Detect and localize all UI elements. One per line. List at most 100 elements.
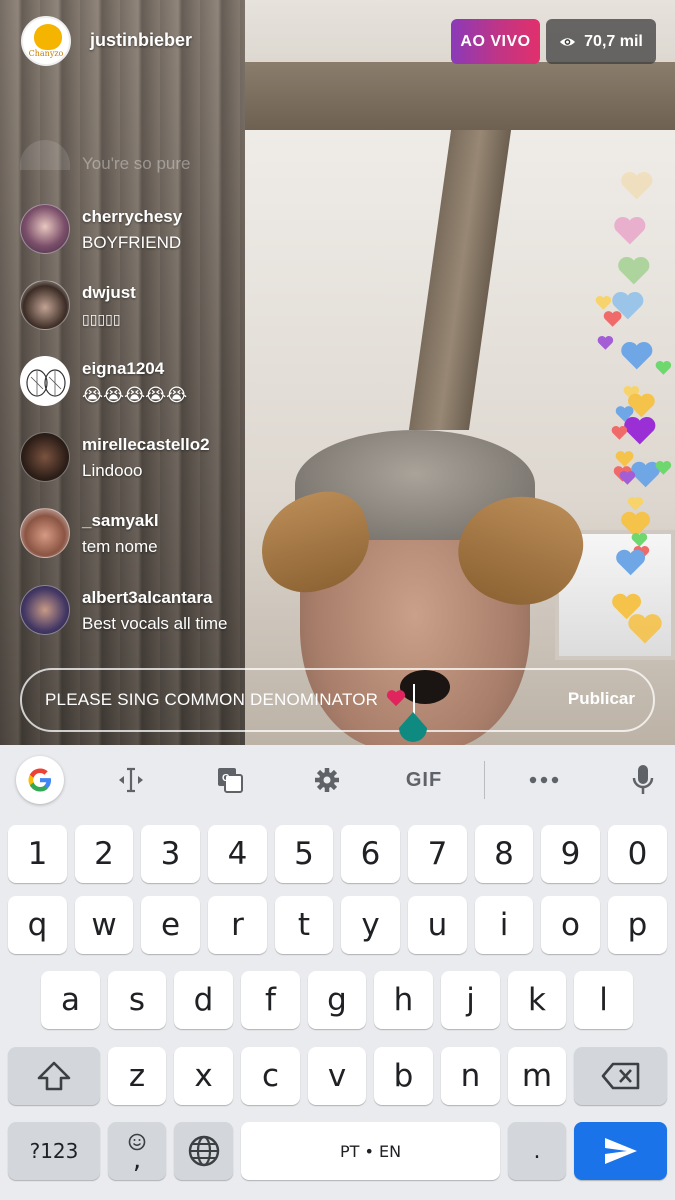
comment-username[interactable]: cherrychesy (82, 207, 182, 227)
comment-text: Best vocals all time (82, 614, 228, 633)
avatar[interactable] (20, 356, 70, 406)
key-g[interactable]: g (308, 971, 366, 1029)
gif-label: GIF (405, 768, 443, 791)
gear-icon (315, 768, 339, 792)
live-video: Chanyzo justinbieber AO VIVO 70,7 mil Yo… (0, 0, 675, 745)
language-key[interactable] (174, 1122, 233, 1180)
settings-button[interactable] (302, 757, 352, 803)
key-e[interactable]: e (141, 896, 200, 954)
key-i[interactable]: i (475, 896, 533, 954)
key-8[interactable]: 8 (475, 825, 533, 883)
avatar[interactable] (20, 280, 70, 330)
key-k[interactable]: k (508, 971, 566, 1029)
symbols-key[interactable]: ?123 (8, 1122, 100, 1180)
key-w[interactable]: w (75, 896, 133, 954)
microphone-icon (632, 765, 654, 794)
live-badge: AO VIVO (451, 19, 540, 64)
comment-text: 😭😭😭😭😭 (82, 385, 188, 406)
key-1[interactable]: 1 (8, 825, 67, 883)
google-button[interactable] (15, 756, 65, 804)
avatar[interactable] (20, 432, 70, 482)
key-m[interactable]: m (508, 1047, 566, 1105)
comment-item: mirellecastello2 Lindooo (20, 432, 440, 492)
key-4[interactable]: 4 (208, 825, 267, 883)
shift-key[interactable] (8, 1047, 100, 1105)
key-l[interactable]: l (574, 971, 633, 1029)
viewer-count: 70,7 mil (584, 32, 643, 50)
google-icon (16, 756, 64, 804)
key-r[interactable]: r (208, 896, 267, 954)
keyboard-toolbar: G GIF (0, 745, 675, 815)
avatar[interactable] (20, 585, 70, 635)
key-f[interactable]: f (241, 971, 300, 1029)
key-6[interactable]: 6 (341, 825, 400, 883)
space-key[interactable]: PT • EN (241, 1122, 500, 1180)
comment-username[interactable]: _samyakl (82, 511, 159, 531)
voice-input-button[interactable] (618, 757, 668, 803)
host-username[interactable]: justinbieber (90, 30, 192, 51)
comment-text: ▯▯▯▯▯ (82, 311, 121, 327)
send-icon (604, 1138, 637, 1164)
key-7[interactable]: 7 (408, 825, 467, 883)
key-b[interactable]: b (374, 1047, 433, 1105)
comment-input[interactable]: PLEASE SING COMMON DENOMINATOR (45, 689, 406, 710)
comment-username[interactable]: eigna1204 (82, 359, 164, 379)
key-a[interactable]: a (41, 971, 100, 1029)
avatar[interactable] (20, 508, 70, 558)
comment-text: Lindooo (82, 461, 143, 480)
viewer-count-badge[interactable]: 70,7 mil (546, 19, 656, 64)
host-avatar[interactable]: Chanyzo (21, 16, 71, 66)
comment-item: eigna1204 😭😭😭😭😭 (20, 356, 440, 416)
text-cursor-button[interactable] (106, 757, 156, 803)
key-5[interactable]: 5 (275, 825, 333, 883)
key-2[interactable]: 2 (75, 825, 133, 883)
key-u[interactable]: u (408, 896, 467, 954)
more-button[interactable] (519, 757, 569, 803)
backspace-key[interactable] (574, 1047, 667, 1105)
heart-emoji-icon (387, 690, 406, 707)
comment-item: _samyakl tem nome (20, 508, 440, 568)
period-key[interactable]: . (508, 1122, 566, 1180)
send-key[interactable] (574, 1122, 667, 1180)
comment-text: BOYFRIEND (82, 233, 182, 252)
comment-item: albert3alcantara Best vocals all time (20, 585, 440, 645)
publish-button[interactable]: Publicar (568, 689, 635, 709)
translate-button[interactable]: G (205, 757, 255, 803)
key-d[interactable]: d (174, 971, 233, 1029)
comment-composer[interactable]: PLEASE SING COMMON DENOMINATOR Publicar (20, 668, 655, 732)
key-c[interactable]: c (241, 1047, 300, 1105)
comment-username[interactable]: albert3alcantara (82, 588, 212, 608)
floating-hearts (595, 171, 672, 644)
emoji-comma-key[interactable]: , (108, 1122, 166, 1180)
comment-username[interactable]: mirellecastello2 (82, 435, 210, 455)
keyboard: G GIF 1 2 3 4 5 6 7 8 9 0 q w e r t y u … (0, 745, 675, 1200)
comment-item: cherrychesy BOYFRIEND (20, 204, 440, 264)
key-q[interactable]: q (8, 896, 67, 954)
avatar[interactable] (20, 204, 70, 254)
key-n[interactable]: n (441, 1047, 500, 1105)
sketch-icon (26, 369, 66, 397)
key-j[interactable]: j (441, 971, 500, 1029)
comment-username[interactable]: dwjust (82, 283, 136, 303)
backspace-icon (601, 1062, 639, 1090)
key-0[interactable]: 0 (608, 825, 667, 883)
gif-button[interactable]: GIF (398, 757, 450, 803)
key-t[interactable]: t (275, 896, 333, 954)
eye-icon (560, 37, 576, 46)
key-o[interactable]: o (541, 896, 600, 954)
key-s[interactable]: s (108, 971, 166, 1029)
avatar-logo-text: Chanyzo (28, 49, 64, 58)
duck-icon (34, 24, 62, 50)
key-y[interactable]: y (341, 896, 400, 954)
key-x[interactable]: x (174, 1047, 233, 1105)
comment-text: tem nome (82, 537, 158, 556)
key-v[interactable]: v (308, 1047, 366, 1105)
toolbar-divider (484, 761, 485, 799)
key-9[interactable]: 9 (541, 825, 600, 883)
key-z[interactable]: z (108, 1047, 166, 1105)
key-3[interactable]: 3 (141, 825, 200, 883)
faded-comment: You're so pure (82, 154, 191, 173)
shift-icon (37, 1061, 71, 1091)
key-h[interactable]: h (374, 971, 433, 1029)
key-p[interactable]: p (608, 896, 667, 954)
